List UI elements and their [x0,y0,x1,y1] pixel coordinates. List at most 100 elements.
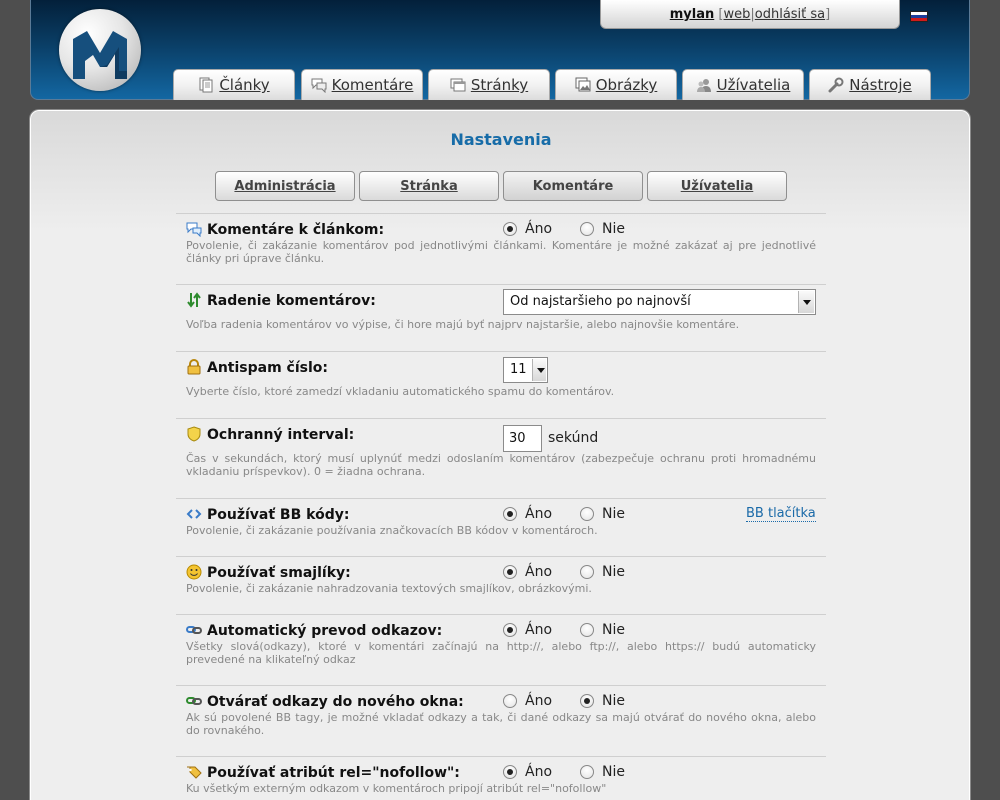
setting-description: Povolenie, či zakázanie nahradzovania te… [186,582,592,595]
comments-icon [186,222,202,237]
radio-label: Áno [525,693,553,709]
radio-yes[interactable]: Áno [503,622,552,638]
radio-yes[interactable]: Áno [503,764,552,780]
setting-auto-links: Automatický prevod odkazov: Áno Nie Všet… [176,614,826,685]
users-icon [696,79,711,92]
tag-icon [187,766,202,779]
radio-label: Nie [602,564,625,580]
radio-no[interactable]: Nie [580,221,625,237]
radio-label: Nie [602,506,625,522]
setting-antispam: Antispam číslo: 11 Vyberte číslo, ktoré … [176,351,826,418]
logout-link[interactable]: odhlásiť sa [755,7,825,22]
interval-input[interactable]: 30 [503,425,542,452]
nav-tab-images[interactable]: Obrázky [555,69,677,100]
dropdown-arrow-icon [532,359,546,381]
nav-tab-articles[interactable]: Články [173,69,295,100]
setting-comment-order: Radenie komentárov: Od najstaršieho po n… [176,284,826,351]
radio-circle [580,694,594,708]
setting-description: Všetky slová(odkazy), ktoré v komentári … [186,640,816,666]
interval-unit: sekúnd [548,430,599,446]
radio-label: Áno [525,506,553,522]
nav-tab-comments[interactable]: Komentáre [301,69,423,100]
subtab-users[interactable]: Užívatelia [647,171,787,201]
smiley-icon [186,564,202,580]
images-icon [575,77,591,92]
setting-description: Povolenie, či zakázanie používania značk… [186,524,598,537]
wrench-icon [828,77,844,93]
setting-smileys: Používať smajlíky: Áno Nie Povolenie, či… [176,556,826,614]
setting-description: Ak sú povolené BB tagy, je možné vkladať… [186,711,816,737]
subtab-site[interactable]: Stránka [359,171,499,201]
radio-circle [580,623,594,637]
username-link[interactable]: mylan [670,7,715,22]
radio-circle [503,765,517,779]
nav-tab-label: Nástroje [849,76,912,94]
antispam-select[interactable]: 11 [503,357,548,383]
main-panel: Nastavenia Administrácia Stránka Komentá… [30,110,970,800]
nav-tab-pages[interactable]: Stránky [428,69,550,100]
setting-title: Používať smajlíky: [207,565,351,581]
setting-description: Voľba radenia komentárov vo výpise, či h… [186,318,740,331]
bb-buttons-link[interactable]: BB tlačítka [746,507,816,522]
comment-order-select[interactable]: Od najstaršieho po najnovší [503,289,816,315]
subtab-administration[interactable]: Administrácia [215,171,355,201]
radio-circle [503,565,517,579]
setting-title: Komentáre k článkom: [207,222,385,238]
articles-icon [199,77,213,93]
setting-title: Používať atribút rel="nofollow": [207,765,460,781]
user-box: mylan [web|odhlásiť sa] [600,0,900,29]
setting-title: Automatický prevod odkazov: [207,623,443,639]
nav-tab-tools[interactable]: Nástroje [809,69,931,100]
radio-label: Áno [525,622,553,638]
web-link[interactable]: web [723,7,750,22]
setting-title: Otvárať odkazy do nového okna: [207,694,464,710]
sort-icon [187,292,201,308]
subtab-comments[interactable]: Komentáre [503,171,643,201]
setting-new-window: Otvárať odkazy do nového okna: Áno Nie A… [176,685,826,756]
radio-yes[interactable]: Áno [503,693,552,709]
radio-circle [503,507,517,521]
radio-label: Áno [525,221,553,237]
app-logo[interactable] [59,9,141,91]
subtab-label: Stránka [400,178,458,194]
radio-label: Nie [602,622,625,638]
radio-no[interactable]: Nie [580,564,625,580]
radio-yes[interactable]: Áno [503,221,552,237]
radio-yes[interactable]: Áno [503,506,552,522]
radio-circle [503,222,517,236]
dropdown-arrow-icon [798,291,814,313]
setting-description: Ku všetkým externým odkazom v komentároc… [186,782,607,795]
lock-icon [187,359,201,375]
radio-label: Nie [602,693,625,709]
subtab-label: Komentáre [532,178,614,194]
subtab-label: Užívatelia [680,178,754,194]
radio-label: Nie [602,221,625,237]
select-value: Od najstaršieho po najnovší [510,294,691,309]
external-link-icon [186,697,202,705]
radio-circle [503,623,517,637]
comments-icon [311,78,327,93]
radio-no[interactable]: Nie [580,506,625,522]
setting-title: Používať BB kódy: [207,507,350,523]
setting-title: Radenie komentárov: [207,293,376,309]
radio-yes[interactable]: Áno [503,564,552,580]
radio-label: Nie [602,764,625,780]
radio-circle [580,507,594,521]
radio-no[interactable]: Nie [580,764,625,780]
setting-description: Čas v sekundách, ktorý musí uplynúť medz… [186,452,816,478]
radio-no[interactable]: Nie [580,693,625,709]
radio-label: Áno [525,764,553,780]
radio-label: Áno [525,564,553,580]
setting-description: Povolenie, či zakázanie komentárov pod j… [186,239,816,265]
nav-tab-users[interactable]: Užívatelia [682,69,804,100]
radio-no[interactable]: Nie [580,622,625,638]
pages-icon [450,78,466,92]
flag-icon[interactable] [910,11,928,22]
nav-tab-label: Stránky [470,76,529,94]
subtab-label: Administrácia [234,178,336,194]
select-value: 11 [510,362,527,377]
shield-icon [187,426,201,442]
setting-protect-interval: Ochranný interval: 30 sekúnd Čas v sekun… [176,418,826,498]
nav-tab-label: Obrázky [595,76,658,94]
setting-title: Ochranný interval: [207,427,355,443]
